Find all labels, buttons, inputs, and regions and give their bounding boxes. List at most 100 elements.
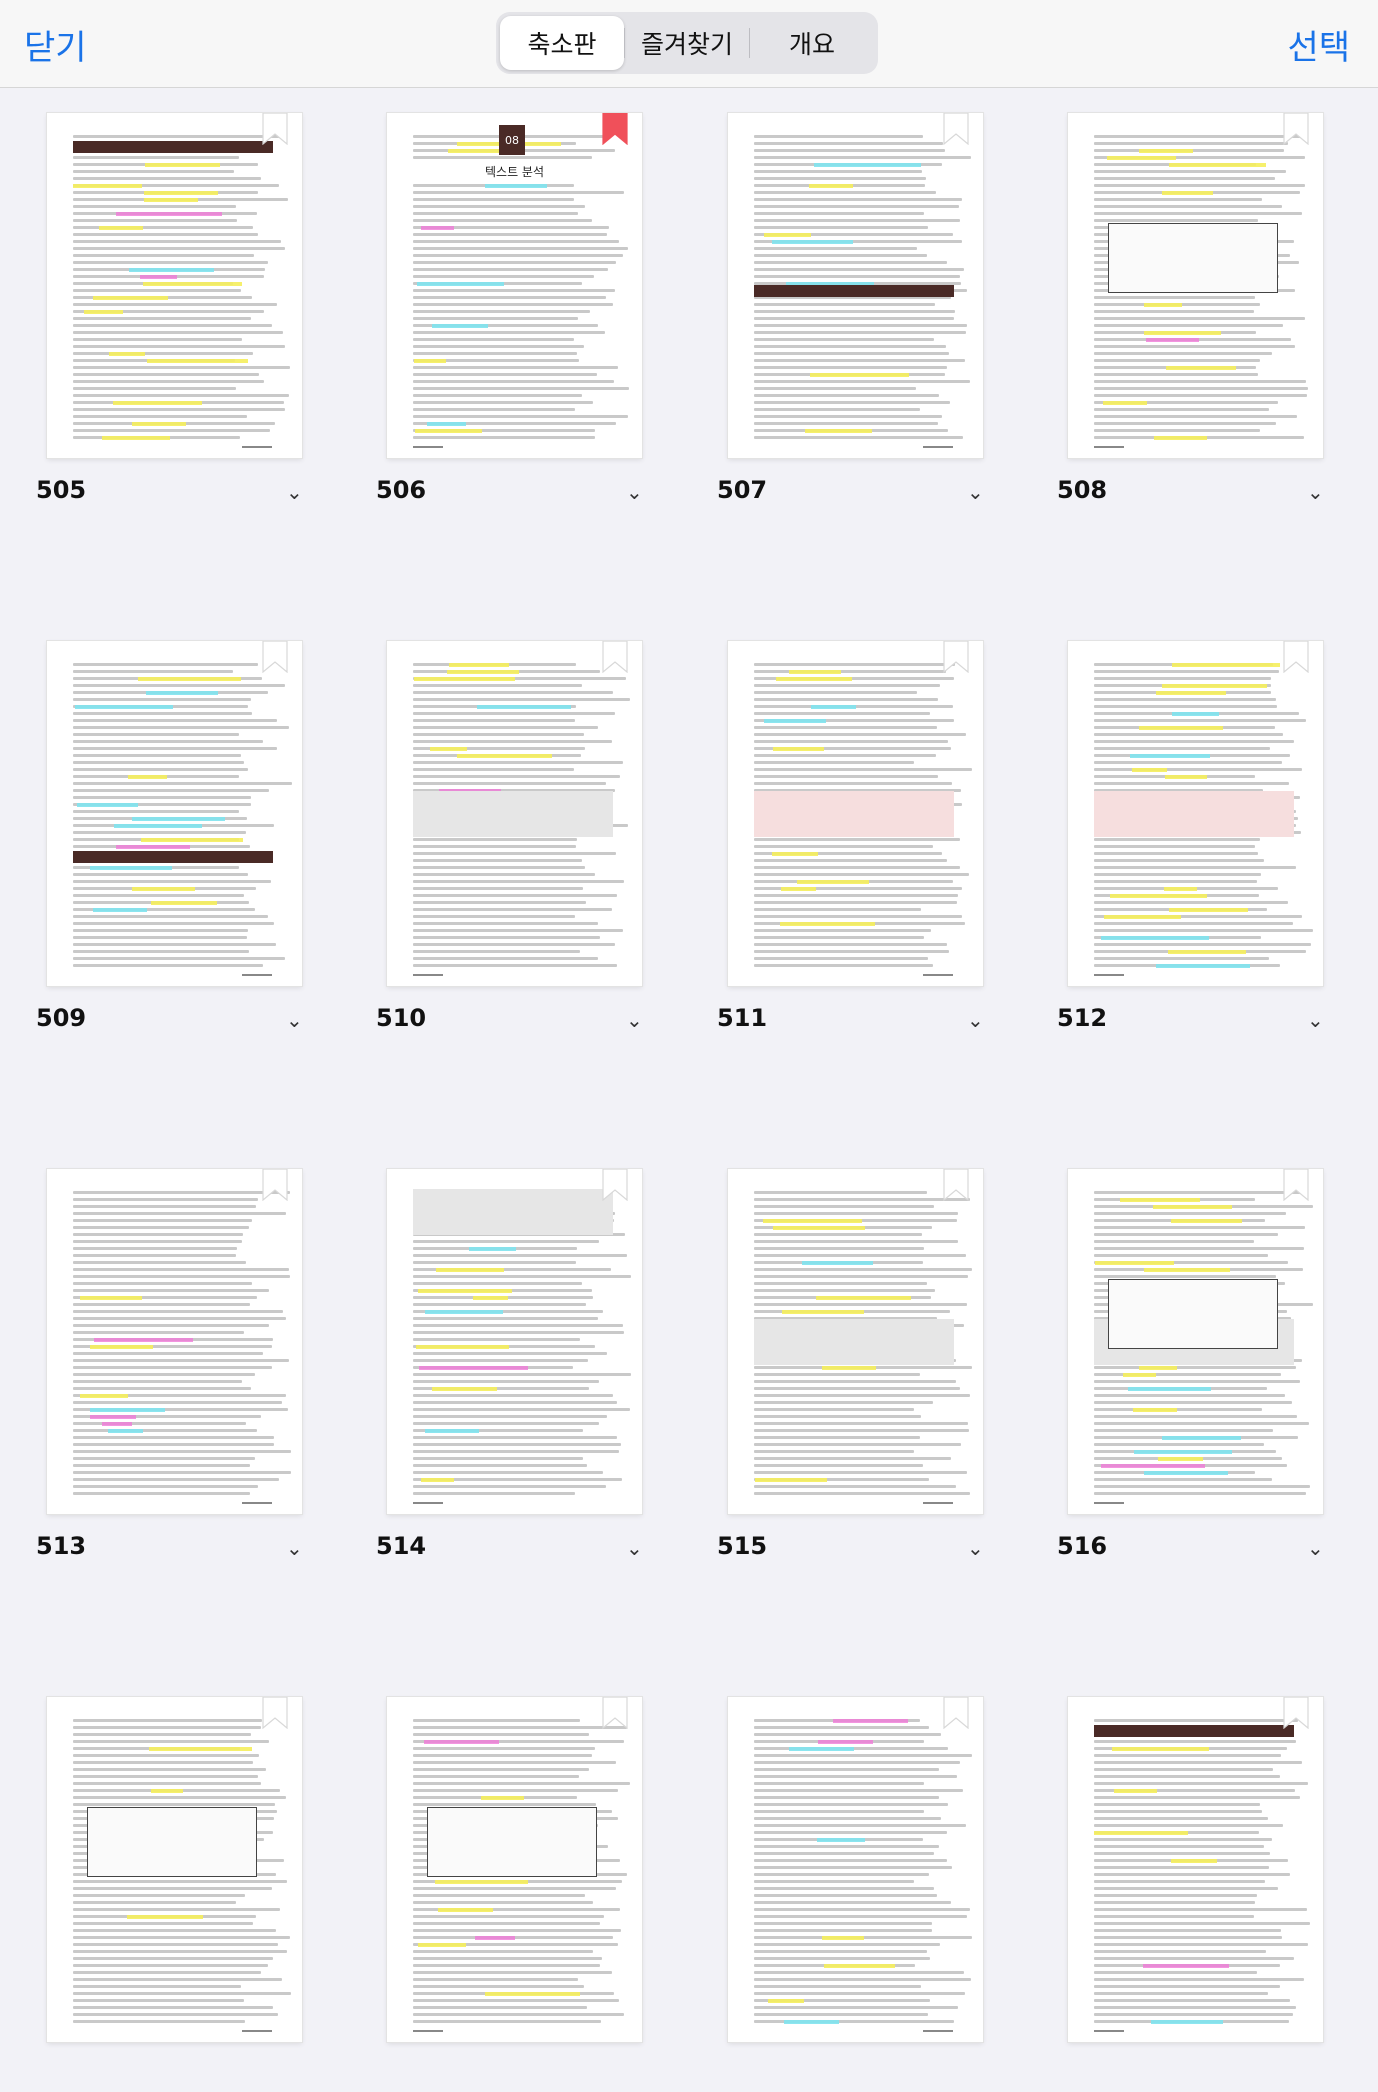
page-thumbnail[interactable]: [387, 641, 642, 986]
page-thumbnail[interactable]: [47, 1169, 302, 1514]
text-line: [754, 1464, 923, 1467]
page-thumbnail[interactable]: [47, 1697, 302, 2042]
highlight-mark: [475, 1935, 515, 1940]
highlight-mark: [447, 669, 519, 674]
highlight-mark: [418, 1942, 466, 1947]
text-line: [754, 936, 924, 939]
page-thumbnail[interactable]: [387, 1169, 642, 1514]
text-line: [1094, 1901, 1255, 1904]
text-line: [754, 866, 960, 869]
chevron-down-icon[interactable]: ⌄: [626, 480, 643, 504]
text-line: [413, 1957, 602, 1960]
figure: [427, 1807, 597, 1877]
tab-outline[interactable]: 개요: [750, 16, 874, 70]
bookmark-outline-icon[interactable]: [262, 641, 288, 673]
highlight-mark: [427, 421, 466, 426]
chevron-down-icon[interactable]: ⌄: [967, 1536, 984, 1560]
page-thumbnail[interactable]: [728, 1697, 983, 2042]
bookmark-outline-icon[interactable]: [1283, 113, 1309, 145]
chevron-down-icon[interactable]: ⌄: [1307, 1008, 1324, 1032]
text-line: [1094, 1492, 1306, 1495]
text-line: [73, 387, 236, 390]
text-line: [73, 254, 254, 257]
chevron-down-icon[interactable]: ⌄: [626, 1008, 643, 1032]
text-line: [73, 373, 259, 376]
text-line: [73, 943, 276, 946]
text-line: [73, 331, 283, 334]
text-line: [73, 1282, 252, 1285]
bookmark-outline-icon[interactable]: [602, 641, 628, 673]
page-thumbnail[interactable]: [47, 113, 302, 458]
chevron-down-icon[interactable]: ⌄: [967, 480, 984, 504]
page-thumbnail[interactable]: [728, 113, 983, 458]
text-line: [1094, 1971, 1257, 1974]
text-line: [1094, 1740, 1296, 1743]
page-thumbnail[interactable]: [1068, 641, 1323, 986]
bookmark-outline-icon[interactable]: [602, 1697, 628, 1729]
bookmark-outline-icon[interactable]: [262, 1697, 288, 1729]
bookmark-outline-icon[interactable]: [943, 113, 969, 145]
page-thumbnail[interactable]: [1068, 113, 1323, 458]
highlight-mark: [138, 676, 241, 681]
bookmark-outline-icon[interactable]: [943, 1169, 969, 1201]
chevron-down-icon[interactable]: ⌄: [1307, 1536, 1324, 1560]
page-thumbnail[interactable]: 08 텍스트 분석: [387, 113, 642, 458]
text-line: [754, 1971, 964, 1974]
chevron-down-icon[interactable]: ⌄: [967, 1008, 984, 1032]
page-number-label: 510: [376, 1004, 427, 1032]
text-line: [754, 268, 964, 271]
text-line: [754, 845, 933, 848]
bookmark-outline-icon[interactable]: [1283, 1169, 1309, 1201]
bookmark-outline-icon[interactable]: [262, 1169, 288, 1201]
bookmark-outline-icon[interactable]: [1283, 641, 1309, 673]
bookmark-outline-icon[interactable]: [1283, 1697, 1309, 1729]
text-line: [754, 957, 928, 960]
page-thumbnail[interactable]: [387, 1697, 642, 2042]
tab-bookmarks[interactable]: 즐겨찾기: [625, 16, 749, 70]
highlight-mark: [809, 183, 853, 188]
chevron-down-icon[interactable]: ⌄: [286, 1008, 303, 1032]
highlight-mark: [824, 1963, 895, 1968]
tab-thumbnails[interactable]: 축소판: [500, 16, 624, 70]
text-line: [413, 1254, 627, 1257]
text-line: [413, 2020, 601, 2023]
text-line: [754, 691, 917, 694]
highlight-mark: [1162, 190, 1213, 195]
page-thumbnail[interactable]: [728, 641, 983, 986]
text-line: [754, 219, 960, 222]
select-button[interactable]: 선택: [1287, 20, 1350, 69]
bookmark-outline-icon[interactable]: [943, 641, 969, 673]
text-line: [413, 1485, 606, 1488]
text-line: [73, 1464, 250, 1467]
text-line: [413, 1275, 631, 1278]
highlight-mark: [1151, 2019, 1223, 2024]
highlight-mark: [768, 1998, 804, 2003]
highlight-mark: [1166, 365, 1236, 370]
bookmark-outline-icon[interactable]: [602, 1169, 628, 1201]
text-line: [1094, 1254, 1268, 1257]
page-thumbnail[interactable]: [47, 641, 302, 986]
close-button[interactable]: 닫기: [24, 20, 87, 69]
text-line: [754, 247, 917, 250]
highlight-mark: [1120, 1197, 1200, 1202]
chevron-down-icon[interactable]: ⌄: [286, 1536, 303, 1560]
text-line: [413, 1464, 587, 1467]
chevron-down-icon[interactable]: ⌄: [1307, 480, 1324, 504]
page-thumbnail[interactable]: [728, 1169, 983, 1514]
text-line: [1094, 317, 1305, 320]
text-line: [413, 1929, 621, 1932]
chevron-down-icon[interactable]: ⌄: [626, 1536, 643, 1560]
page-thumbnail[interactable]: [1068, 1169, 1323, 1514]
text-line: [73, 429, 270, 432]
text-line: [413, 1775, 579, 1778]
highlight-mark: [789, 1746, 854, 1751]
page-thumbnail[interactable]: [1068, 1697, 1323, 2042]
text-line: [73, 1310, 283, 1313]
text-line: [413, 1317, 598, 1320]
bookmark-outline-icon[interactable]: [943, 1697, 969, 1729]
chevron-down-icon[interactable]: ⌄: [286, 480, 303, 504]
bookmark-outline-icon[interactable]: [262, 113, 288, 145]
bookmark-filled-icon[interactable]: [602, 113, 628, 145]
highlight-mark: [1144, 1470, 1228, 1475]
highlight-mark: [108, 1428, 143, 1433]
